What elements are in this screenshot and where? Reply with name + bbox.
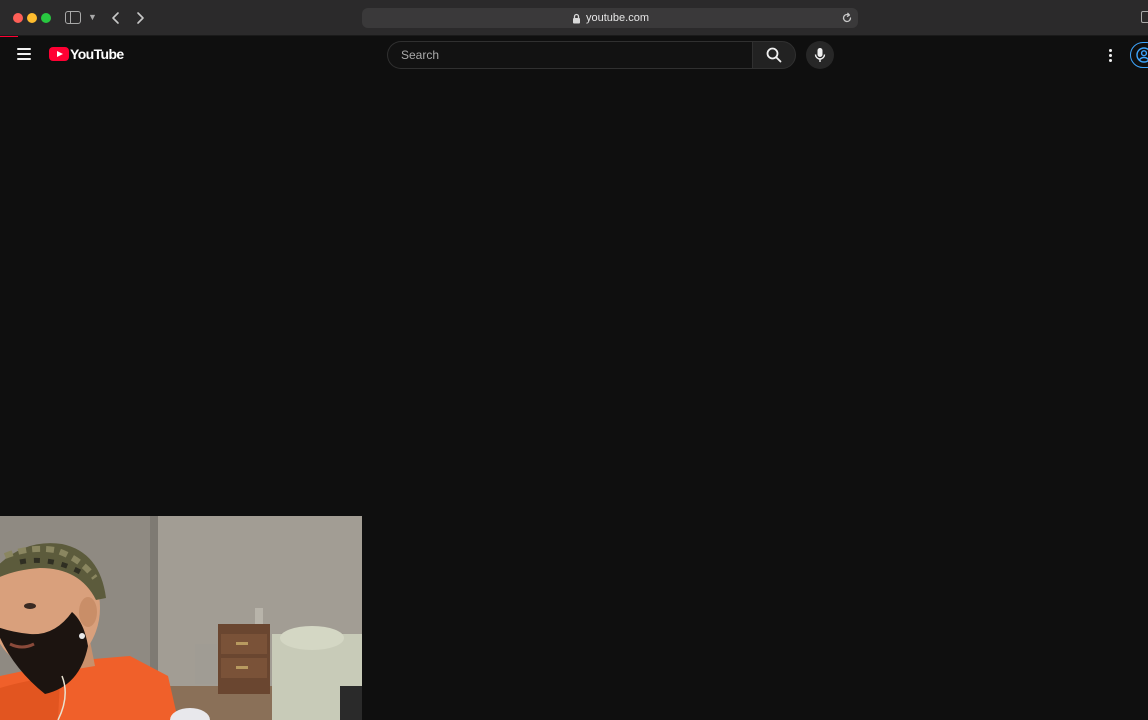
youtube-masthead: YouTube	[0, 37, 1148, 73]
maximize-window-button[interactable]	[41, 13, 51, 23]
search-box	[387, 41, 753, 69]
youtube-logo-text: YouTube	[70, 46, 124, 62]
sidebar-toggle-icon[interactable]	[65, 11, 81, 24]
search-button[interactable]	[752, 41, 796, 69]
browser-toolbar: ▼ youtube.com	[0, 0, 1148, 36]
close-window-button[interactable]	[13, 13, 23, 23]
chevron-down-icon[interactable]: ▼	[88, 10, 97, 24]
address-text: youtube.com	[586, 12, 649, 24]
more-vertical-icon[interactable]	[1102, 46, 1118, 64]
search-icon	[766, 47, 782, 63]
reload-icon[interactable]	[841, 12, 853, 24]
voice-search-button[interactable]	[806, 41, 834, 69]
address-bar[interactable]: youtube.com	[362, 8, 858, 28]
minimize-window-button[interactable]	[27, 13, 37, 23]
webcam-overlay	[0, 516, 362, 720]
lock-icon	[573, 13, 580, 23]
search-input[interactable]	[399, 47, 739, 63]
mic-icon	[814, 48, 826, 62]
share-icon[interactable]	[1141, 11, 1148, 23]
webcam-feed-image	[0, 516, 362, 720]
youtube-play-icon	[49, 47, 69, 61]
sign-in-button[interactable]	[1130, 42, 1148, 68]
account-icon	[1136, 47, 1148, 63]
menu-icon[interactable]	[17, 48, 31, 60]
youtube-logo[interactable]: YouTube	[49, 46, 124, 62]
forward-arrow-icon[interactable]	[132, 8, 148, 28]
back-arrow-icon[interactable]	[108, 8, 124, 28]
